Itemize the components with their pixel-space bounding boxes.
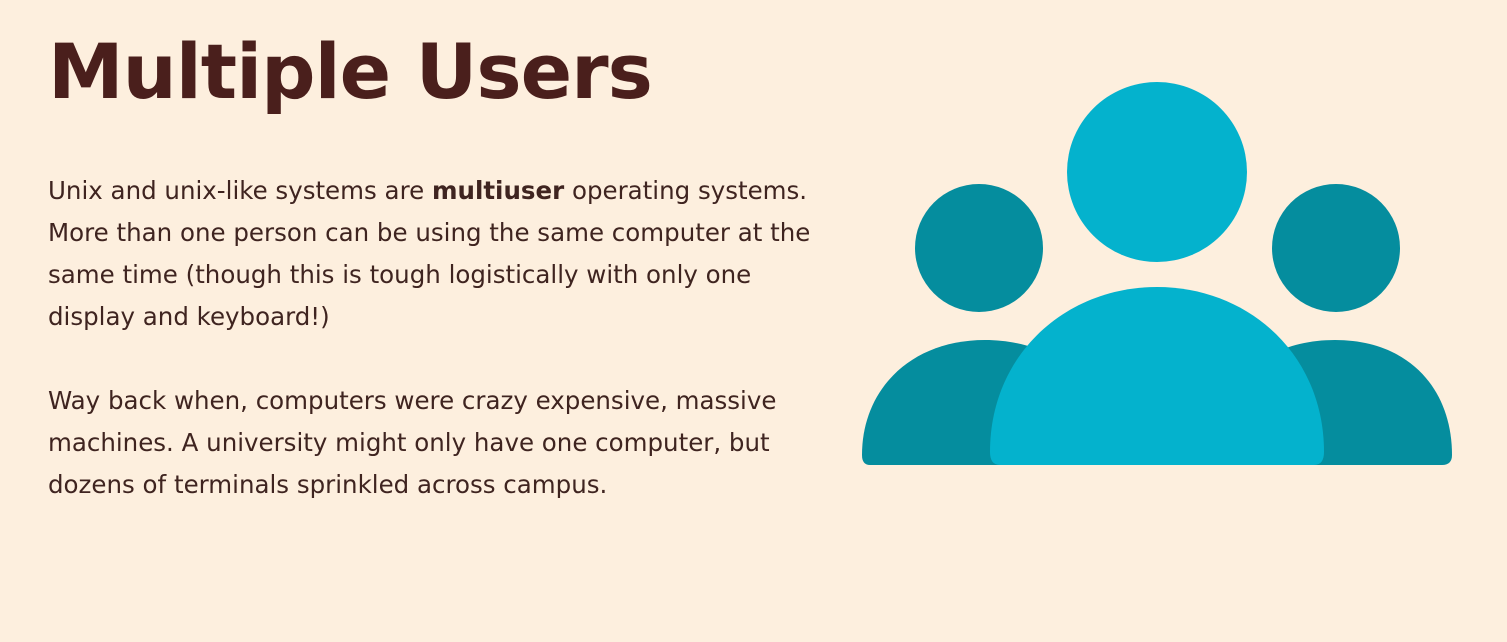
left-user-head: [915, 184, 1043, 312]
center-user-body: [990, 287, 1324, 465]
slide: Multiple Users Unix and unix-like system…: [0, 0, 1507, 642]
users-group-icon: [862, 82, 1452, 465]
center-user-head: [1067, 82, 1247, 262]
right-user-head: [1272, 184, 1400, 312]
